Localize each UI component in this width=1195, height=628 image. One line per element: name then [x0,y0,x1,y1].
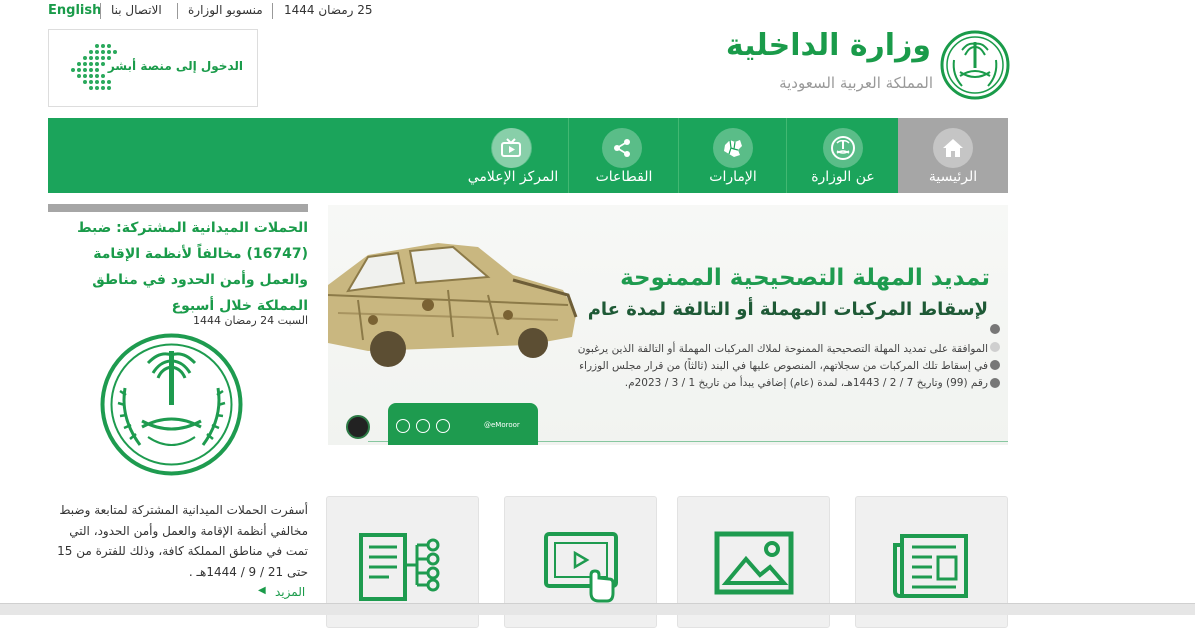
share-icon [602,128,642,168]
divider [177,3,178,19]
nav-item-media-center[interactable]: المركز الإعلامي [458,118,568,193]
banner-heading: تمديد المهلة التصحيحية الممنوحة [620,265,990,291]
nav-label: المركز الإعلامي [467,169,559,185]
news-header-bar [48,204,308,212]
emblem-icon [436,419,450,433]
more-link[interactable]: المزيد [275,585,305,599]
banner-logo-strip: @eMoroor [388,403,538,445]
site-title[interactable]: وزارة الداخلية [726,28,931,63]
news-title[interactable]: الحملات الميدانية المشتركة: ضبط (16747) … [48,215,308,319]
emblem-icon [823,128,863,168]
nav-label: الرئيسية [928,169,978,185]
top-bar: English الاتصال بنا منسوبو الوزارة 25 رم… [0,0,1195,22]
nav-label: الإمارات [709,169,757,185]
absher-login-button[interactable]: الدخول إلى منصة أبشر [48,29,258,107]
slider-dot[interactable] [990,378,1000,388]
nav-label: القطاعات [595,169,653,185]
main-nav: المركز الإعلامي القطاعات الإمارات عن الو… [48,118,1008,193]
nav-item-home[interactable]: الرئيسية [898,118,1008,193]
emblem-icon [416,419,430,433]
absher-label: الدخول إلى منصة أبشر [107,59,243,73]
employees-link[interactable]: منسوبو الوزارة [188,3,263,17]
tv-icon [491,128,531,168]
banner-divider [368,441,1008,442]
map-icon [713,128,753,168]
date-label: 25 رمضان 1444 [284,3,373,17]
car-illustration [328,243,578,367]
nav-item-sectors[interactable]: القطاعات [568,118,679,193]
video-icon [544,532,618,603]
nav-label: عن الوزارة [811,169,875,185]
site-subtitle: المملكة العربية السعودية [779,74,933,92]
nav-item-emirates[interactable]: الإمارات [678,118,787,193]
news-date: السبت 24 رمضان 1444 [192,314,308,327]
home-icon [933,128,973,168]
more-arrow-icon[interactable]: ◀ [258,585,266,596]
horizontal-scrollbar[interactable] [0,603,1195,615]
banner-subheading: لإسقاط المركبات المهملة أو التالفة لمدة … [587,299,988,320]
hero-banner[interactable]: تمديد المهلة التصحيحية الممنوحة لإسقاط ا… [328,205,1008,445]
news-body: أسفرت الحملات الميدانية المشتركة لمتابعة… [57,503,308,579]
slider-dot[interactable] [990,360,1000,370]
image-icon [714,531,794,595]
nav-item-about[interactable]: عن الوزارة [786,118,899,193]
slider-dot[interactable] [990,324,1000,334]
contact-link[interactable]: الاتصال بنا [111,3,162,17]
slider-dot-active[interactable] [990,342,1000,352]
divider [100,3,101,19]
services-icon [359,533,440,601]
banner-handle: @eMoroor [484,421,520,429]
news-icon [893,534,968,598]
english-link[interactable]: English [48,3,101,18]
ministry-seal-icon [100,333,243,476]
divider [272,3,273,19]
banner-body: الموافقة على تمديد المهلة التصحيحية المم… [577,343,988,389]
ministry-emblem-icon[interactable] [940,30,1010,100]
traffic-logo-icon [346,415,370,439]
emblem-icon [396,419,410,433]
